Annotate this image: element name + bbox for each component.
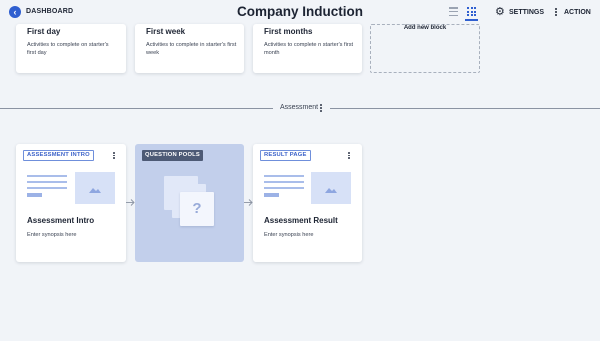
image-placeholder-icon bbox=[75, 172, 115, 204]
card-title: First day bbox=[27, 27, 61, 36]
card-title: Assessment Result bbox=[264, 216, 338, 225]
card-title: First months bbox=[264, 27, 313, 36]
assessment-intro-card[interactable]: ASSESSMENT INTRO Assessment Intro Enter … bbox=[16, 144, 126, 262]
section-divider-left bbox=[0, 108, 273, 109]
block-card-first-day[interactable]: First day Activities to complete on star… bbox=[16, 24, 126, 73]
card-title: First week bbox=[146, 27, 186, 36]
card-type-badge: ASSESSMENT INTRO bbox=[23, 150, 94, 161]
add-new-block-button[interactable]: Add new block bbox=[370, 24, 480, 73]
card-menu-icon[interactable] bbox=[348, 152, 350, 159]
question-pools-card[interactable]: QUESTION POOLS ? bbox=[135, 144, 244, 262]
card-menu-icon[interactable] bbox=[113, 152, 115, 159]
text-placeholder-icon bbox=[27, 175, 67, 201]
card-type-badge: RESULT PAGE bbox=[260, 150, 311, 161]
block-card-first-months[interactable]: First months Activities to complete n st… bbox=[253, 24, 362, 73]
section-title: Assessment bbox=[280, 104, 319, 111]
card-description: Activities to complete on starter's firs… bbox=[27, 42, 109, 56]
kebab-icon bbox=[555, 8, 557, 16]
grid-view-icon[interactable] bbox=[467, 7, 476, 16]
settings-button[interactable]: ⚙ SETTINGS bbox=[495, 6, 544, 18]
card-description: Activities to complete n starter's first… bbox=[264, 42, 354, 56]
card-description: Enter synopsis here bbox=[264, 232, 314, 238]
assessment-result-card[interactable]: RESULT PAGE Assessment Result Enter syno… bbox=[253, 144, 362, 262]
gear-icon: ⚙ bbox=[495, 6, 505, 18]
image-placeholder-icon bbox=[311, 172, 351, 204]
section-divider-right bbox=[330, 108, 600, 109]
top-bar: ‹ DASHBOARD Company Induction ⚙ SETTINGS… bbox=[0, 0, 600, 26]
card-description: Enter synopsis here bbox=[27, 232, 77, 238]
section-menu-icon[interactable] bbox=[320, 104, 322, 112]
arrow-right-icon bbox=[244, 199, 253, 206]
action-button[interactable]: ACTION bbox=[555, 6, 591, 18]
question-mark: ? bbox=[192, 200, 202, 217]
text-placeholder-icon bbox=[264, 175, 304, 201]
add-block-label: Add new block bbox=[403, 25, 447, 31]
action-label: ACTION bbox=[564, 8, 591, 16]
card-description: Activities to complete in starter's firs… bbox=[146, 42, 237, 56]
card-title: Assessment Intro bbox=[27, 216, 95, 225]
block-card-first-week[interactable]: First week Activities to complete in sta… bbox=[135, 24, 244, 73]
list-view-icon[interactable] bbox=[449, 7, 458, 16]
active-view-indicator bbox=[465, 19, 478, 21]
arrow-right-icon bbox=[126, 199, 135, 206]
settings-label: SETTINGS bbox=[509, 8, 545, 16]
card-type-badge: QUESTION POOLS bbox=[142, 150, 203, 161]
